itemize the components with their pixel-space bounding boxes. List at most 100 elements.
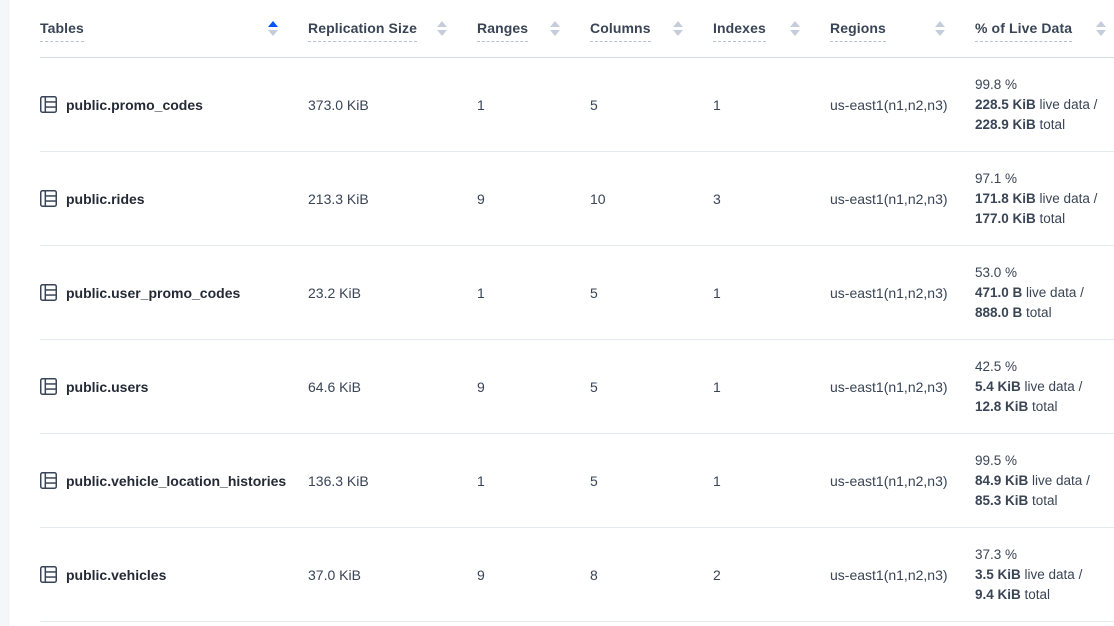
table-icon	[40, 472, 57, 489]
table-name-link[interactable]: public.rides	[66, 191, 145, 207]
column-header-ranges-label: Ranges	[477, 20, 528, 42]
live-data-percent: 37.3 %	[975, 545, 1108, 565]
table-row: public.vehicle_location_histories 136.3 …	[40, 434, 1114, 528]
ranges-cell: 1	[477, 473, 590, 489]
table-icon	[40, 378, 57, 395]
regions-cell: us-east1(n1,n2,n3)	[830, 473, 975, 489]
indexes-cell: 3	[713, 191, 830, 207]
column-header-indexes[interactable]: Indexes	[713, 0, 830, 57]
columns-cell: 10	[590, 191, 713, 207]
live-data-cell: 99.8 % 228.5 KiB live data / 228.9 KiB t…	[975, 75, 1108, 135]
table-name-cell: public.vehicles	[40, 566, 308, 583]
live-data-percent: 53.0 %	[975, 263, 1108, 283]
live-data-percent: 99.5 %	[975, 451, 1108, 471]
table-row: public.rides 213.3 KiB 9 10 3 us-east1(n…	[40, 152, 1114, 246]
table-name-link[interactable]: public.user_promo_codes	[66, 285, 240, 301]
column-header-columns-label: Columns	[590, 20, 651, 42]
columns-cell: 5	[590, 473, 713, 489]
regions-cell: us-east1(n1,n2,n3)	[830, 567, 975, 583]
live-data-size-line: 84.9 KiB live data /	[975, 471, 1108, 491]
sort-arrows-icon	[935, 21, 945, 36]
live-data-cell: 97.1 % 171.8 KiB live data / 177.0 KiB t…	[975, 169, 1108, 229]
regions-cell: us-east1(n1,n2,n3)	[830, 191, 975, 207]
ranges-cell: 9	[477, 191, 590, 207]
live-data-cell: 37.3 % 3.5 KiB live data / 9.4 KiB total	[975, 545, 1108, 605]
column-header-columns[interactable]: Columns	[590, 0, 713, 57]
total-size-line: 177.0 KiB total	[975, 209, 1108, 229]
ranges-cell: 9	[477, 567, 590, 583]
indexes-cell: 1	[713, 379, 830, 395]
table-name-cell: public.users	[40, 378, 308, 395]
total-size-line: 228.9 KiB total	[975, 115, 1108, 135]
sort-arrows-icon	[437, 21, 447, 36]
column-header-live-data-label: % of Live Data	[975, 20, 1072, 42]
sort-arrows-icon	[268, 21, 278, 36]
replication-size-cell: 136.3 KiB	[308, 473, 477, 489]
table-icon	[40, 96, 57, 113]
regions-cell: us-east1(n1,n2,n3)	[830, 379, 975, 395]
column-header-tables[interactable]: Tables	[40, 0, 308, 57]
total-size-line: 85.3 KiB total	[975, 491, 1108, 511]
column-header-live-data[interactable]: % of Live Data	[975, 0, 1108, 57]
column-header-ranges[interactable]: Ranges	[477, 0, 590, 57]
live-data-size-line: 5.4 KiB live data /	[975, 377, 1108, 397]
table-header-row: Tables Replication Size Ranges Columns I…	[40, 0, 1114, 58]
live-data-percent: 97.1 %	[975, 169, 1108, 189]
ranges-cell: 1	[477, 97, 590, 113]
regions-cell: us-east1(n1,n2,n3)	[830, 97, 975, 113]
table-row: public.promo_codes 373.0 KiB 1 5 1 us-ea…	[40, 58, 1114, 152]
indexes-cell: 1	[713, 473, 830, 489]
replication-size-cell: 373.0 KiB	[308, 97, 477, 113]
live-data-size-line: 228.5 KiB live data /	[975, 95, 1108, 115]
sort-arrows-icon	[1096, 21, 1106, 36]
sort-arrows-icon	[790, 21, 800, 36]
live-data-size-line: 3.5 KiB live data /	[975, 565, 1108, 585]
live-data-percent: 42.5 %	[975, 357, 1108, 377]
table-name-link[interactable]: public.users	[66, 379, 148, 395]
columns-cell: 5	[590, 379, 713, 395]
column-header-indexes-label: Indexes	[713, 20, 766, 42]
regions-cell: us-east1(n1,n2,n3)	[830, 285, 975, 301]
table-name-link[interactable]: public.vehicles	[66, 567, 166, 583]
column-header-tables-label: Tables	[40, 20, 84, 42]
table-name-cell: public.rides	[40, 190, 308, 207]
live-data-size-line: 171.8 KiB live data /	[975, 189, 1108, 209]
replication-size-cell: 64.6 KiB	[308, 379, 477, 395]
table-name-cell: public.promo_codes	[40, 96, 308, 113]
table-row: public.users 64.6 KiB 9 5 1 us-east1(n1,…	[40, 340, 1114, 434]
sort-arrows-icon	[550, 21, 560, 36]
indexes-cell: 2	[713, 567, 830, 583]
ranges-cell: 9	[477, 379, 590, 395]
table-name-link[interactable]: public.vehicle_location_histories	[66, 473, 286, 489]
indexes-cell: 1	[713, 97, 830, 113]
replication-size-cell: 37.0 KiB	[308, 567, 477, 583]
table-row: public.vehicles 37.0 KiB 9 8 2 us-east1(…	[40, 528, 1114, 622]
table-name-cell: public.vehicle_location_histories	[40, 472, 308, 489]
sort-arrows-icon	[673, 21, 683, 36]
live-data-size-line: 471.0 B live data /	[975, 283, 1108, 303]
column-header-regions-label: Regions	[830, 20, 886, 42]
column-header-replication-size[interactable]: Replication Size	[308, 0, 477, 57]
ranges-cell: 1	[477, 285, 590, 301]
table-icon	[40, 566, 57, 583]
live-data-cell: 42.5 % 5.4 KiB live data / 12.8 KiB tota…	[975, 357, 1108, 417]
columns-cell: 8	[590, 567, 713, 583]
column-header-regions[interactable]: Regions	[830, 0, 975, 57]
live-data-percent: 99.8 %	[975, 75, 1108, 95]
table-icon	[40, 190, 57, 207]
live-data-cell: 99.5 % 84.9 KiB live data / 85.3 KiB tot…	[975, 451, 1108, 511]
table-icon	[40, 284, 57, 301]
table-row: public.user_promo_codes 23.2 KiB 1 5 1 u…	[40, 246, 1114, 340]
replication-size-cell: 23.2 KiB	[308, 285, 477, 301]
columns-cell: 5	[590, 285, 713, 301]
replication-size-cell: 213.3 KiB	[308, 191, 477, 207]
total-size-line: 12.8 KiB total	[975, 397, 1108, 417]
total-size-line: 9.4 KiB total	[975, 585, 1108, 605]
column-header-replication-size-label: Replication Size	[308, 20, 417, 42]
table-name-link[interactable]: public.promo_codes	[66, 97, 203, 113]
indexes-cell: 1	[713, 285, 830, 301]
live-data-cell: 53.0 % 471.0 B live data / 888.0 B total	[975, 263, 1108, 323]
columns-cell: 5	[590, 97, 713, 113]
tables-list-card: Tables Replication Size Ranges Columns I…	[10, 0, 1114, 626]
total-size-line: 888.0 B total	[975, 303, 1108, 323]
